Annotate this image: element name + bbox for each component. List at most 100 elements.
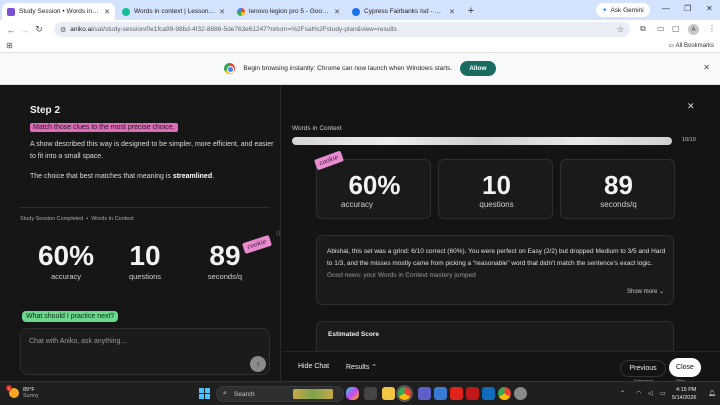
progress-bar [292,137,672,145]
panel-toggle-icon[interactable]: ⟨⟩ [276,230,281,237]
reload-icon[interactable]: ↻ [32,24,46,35]
gemini-sparkle-icon: ✦ [602,7,608,14]
stat-value: 10 [129,240,161,271]
weather-condition: Sunny [23,393,39,399]
tab-cypress-fairbanks[interactable]: Cypress Fairbanks Isd - Housto ✕ [347,3,460,20]
app-icon[interactable] [514,387,527,400]
chevron-down-icon: ⌄ [659,289,665,295]
stat-seconds: 89 seconds/q [561,172,676,209]
cookie-sticker: cookie [241,234,272,255]
file-explorer-icon[interactable] [382,387,395,400]
breadcrumb-item: Study Session Completed [20,216,84,222]
minimize-icon[interactable]: — [662,4,670,13]
mail-icon[interactable] [482,387,495,400]
results-menu-button[interactable]: Results ⌃ [346,363,377,371]
khan-favicon-icon [122,7,130,16]
site-info-icon[interactable]: ⚙ [60,26,66,34]
tab-title: Words in context | Lesson (artic [134,8,215,15]
profile-icon[interactable]: ▢ [672,24,680,33]
tab-words-in-context[interactable]: Words in context | Lesson (artic ✕ [117,3,230,20]
ask-gemini-button[interactable]: ✦ Ask Gemini [596,3,650,17]
notifications-bell-icon[interactable]: 🔔︎ [708,390,716,397]
tray-chevron-icon[interactable]: ⌃ [620,390,625,397]
side-panel-icon[interactable]: ▭ [657,24,665,33]
chrome-infobar: Begin browsing instantly: Chrome can now… [0,53,720,85]
answer-word: streamlined [172,173,213,180]
browser-toolbar: ← → ↻ ⚙ aniko.ai /sat/study-session/0e1f… [0,20,720,39]
windows-taskbar: 1 89°F Sunny ⌕ Search ⌃ ◠ ◁ ▭ 4:15 PM 5/… [0,381,720,405]
practice-next-suggestion[interactable]: What should I practice next? [22,311,119,322]
send-arrow-icon[interactable]: ↑ [250,356,266,372]
folder-icon: ▭ [668,43,676,49]
back-arrow-icon[interactable]: ← [4,25,18,35]
tab-close-icon[interactable]: ✕ [334,8,340,16]
estimated-score-title: Estimated Score [328,331,379,338]
search-icon: ⌕ [223,390,227,397]
url-host: aniko.ai [70,26,93,33]
stat-questions: 10 questions [120,240,170,282]
cfisd-favicon-icon [352,7,360,16]
lenovo-icon[interactable] [450,387,463,400]
apps-grid-icon[interactable]: ⊞ [6,41,13,50]
restore-icon[interactable]: ❐ [684,4,691,13]
chevron-up-icon: ⌃ [371,364,378,371]
accuracy-card: 60% accuracy [316,159,431,219]
infobar-message: Begin browsing instantly: Chrome can now… [243,65,453,72]
system-clock[interactable]: 4:15 PM 5/14/2026 [672,386,696,402]
battery-icon[interactable]: ▭ [660,390,666,397]
stat-value: 60% [37,240,95,271]
address-bar[interactable]: ⚙ aniko.ai /sat/study-session/0e1fca99-9… [54,22,630,37]
answer-paragraph: The choice that best matches that meanin… [30,171,275,183]
allow-button[interactable]: Allow [460,61,496,76]
search-highlight-icon [293,389,333,399]
step-title: Step 2 [30,105,61,116]
forward-arrow-icon[interactable]: → [18,25,32,35]
seconds-card: 89 seconds/q [560,159,675,219]
infobar-close-icon[interactable]: ✕ [703,63,710,72]
stat-questions: 10 questions [439,172,554,209]
chat-input[interactable]: Chat with Aniko, ask anything... ↑ [20,328,270,375]
all-bookmarks-link[interactable]: ▭ All Bookmarks [669,42,714,49]
chat-placeholder: Chat with Aniko, ask anything... [29,338,127,345]
results-close-icon[interactable]: ✕ [687,101,695,112]
task-view-icon[interactable] [364,387,377,400]
bookmarks-bar: ⊞ ▭ All Bookmarks [0,39,720,53]
show-more-link[interactable]: Show more ⌄ [627,288,664,295]
hide-chat-button[interactable]: Hide Chat [298,363,329,370]
previous-button[interactable]: Previous [620,360,666,377]
answer-suffix: . [212,173,215,180]
stat-label: seconds/q [207,272,243,281]
tab-study-session[interactable]: Study Session • Words in Context ✕ [2,3,115,20]
show-more-label: Show more [627,289,658,295]
menu-kebab-icon[interactable]: ⋮ [708,24,716,33]
volume-icon[interactable]: ◁ [648,390,653,397]
weather-widget[interactable]: 1 89°F Sunny [6,385,39,399]
new-tab-button[interactable]: + [464,4,478,18]
results-panel: ✕ Words in Context 10/10 60% accuracy 10… [282,85,720,383]
avatar[interactable]: A [688,24,699,35]
bookmark-star-icon[interactable]: ☆ [617,25,624,34]
copilot-icon[interactable] [346,387,359,400]
close-button[interactable]: Close [669,358,701,377]
tab-close-icon[interactable]: ✕ [104,8,110,16]
tab-google-search[interactable]: lenovo legion pro 5 - Google S ✕ [232,3,345,20]
window-close-icon[interactable]: ✕ [706,4,713,13]
taskbar-search[interactable]: ⌕ Search [216,386,344,402]
tab-close-icon[interactable]: ✕ [449,8,455,16]
teams-icon[interactable] [418,387,431,400]
notification-badge: 1 [6,385,12,391]
chrome-app-icon-2[interactable] [498,387,511,400]
extensions-icon[interactable]: ⧉ [640,24,646,34]
wifi-icon[interactable]: ◠ [636,390,641,397]
mcafee-icon[interactable] [466,387,479,400]
tab-close-icon[interactable]: ✕ [219,8,225,16]
sun-icon: 1 [6,385,19,398]
chrome-app-icon[interactable] [398,387,411,400]
clock-time: 4:15 PM [675,387,697,393]
store-icon[interactable] [434,387,447,400]
summary-card: Abishai, this set was a grind: 6/10 corr… [316,235,674,305]
progress-count: 10/10 [682,137,696,143]
google-favicon-icon [237,7,245,16]
tab-title: Study Session • Words in Context [19,8,100,15]
windows-start-icon[interactable] [199,388,210,399]
